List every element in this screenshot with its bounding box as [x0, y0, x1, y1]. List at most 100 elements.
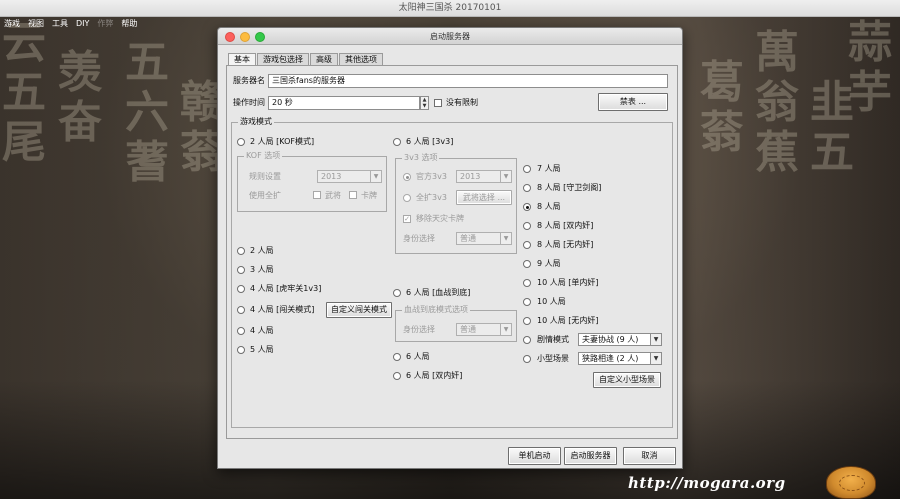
remove-card-checkbox: ✓	[403, 215, 411, 223]
official-3v3-value: 2013	[460, 172, 481, 181]
radio-10p-label: 10 人局	[537, 297, 566, 306]
op-time-input[interactable]: 20 秒	[268, 96, 420, 110]
scenario-select[interactable]: 夫妻协战 (9 人) ▼	[578, 333, 662, 346]
close-window-icon[interactable]	[225, 32, 235, 42]
start-server-dialog: 启动服务器 基本 游戏包选择 高级 其他选项 服务器名 三国杀fans的服务器 …	[217, 27, 683, 469]
radio-2p-kof[interactable]	[237, 138, 245, 146]
mooncake-logo	[826, 466, 876, 499]
radio-8p-jiange[interactable]	[523, 184, 531, 192]
tab-panel-basic: 服务器名 三国杀fans的服务器 操作时间 20 秒 ▲ ▼ 没有限制 禁表 ..…	[226, 65, 678, 439]
custom-chuangguan-button[interactable]: 自定义闯关模式	[326, 302, 392, 318]
radio-3p-label: 3 人局	[250, 265, 274, 274]
remove-card-label: 移除天灾卡牌	[416, 214, 464, 223]
game-mode-title: 游戏模式	[238, 117, 274, 127]
radio-6p-label: 6 人局	[406, 352, 430, 361]
radio-mini-scene[interactable]	[523, 355, 531, 363]
yiji-role-value: 普通	[460, 325, 476, 334]
kof-kapai-checkbox	[349, 191, 357, 199]
radio-2p-kof-label: 2 人局 [KOF模式]	[250, 137, 315, 146]
radio-10p-single-label: 10 人局 [单内奸]	[537, 278, 599, 287]
radio-8p-double-label: 8 人局 [双内奸]	[537, 221, 594, 230]
mini-scene-label: 小型场景	[537, 354, 569, 363]
radio-9p[interactable]	[523, 260, 531, 268]
kof-rule-value: 2013	[321, 172, 342, 181]
radio-6p-3v3[interactable]	[393, 138, 401, 146]
kof-options-group: KOF 选项	[237, 151, 387, 212]
yiji-role-select: 普通 ▼	[456, 323, 512, 336]
op-time-label: 操作时间	[233, 98, 265, 107]
role-select: 普通 ▼	[456, 232, 512, 245]
cancel-button[interactable]: 取消	[623, 447, 676, 465]
option-3v3-title: 3v3 选项	[402, 153, 440, 163]
radio-10p-none[interactable]	[523, 317, 531, 325]
yiji-options-title: 血战到底模式选项	[402, 305, 470, 315]
radio-9p-label: 9 人局	[537, 259, 561, 268]
ban-list-button[interactable]: 禁表 ...	[598, 93, 668, 111]
app-title: 太阳神三国杀 20170101	[0, 0, 900, 17]
minimize-window-icon[interactable]	[240, 32, 250, 42]
menu-tools[interactable]: 工具	[48, 17, 72, 31]
radio-5p[interactable]	[237, 346, 245, 354]
menu-cheat: 作弊	[97, 19, 114, 28]
chevron-down-icon: ▼	[500, 171, 511, 182]
chevron-down-icon: ▼	[650, 334, 661, 345]
radio-6p[interactable]	[393, 353, 401, 361]
menu-help[interactable]: 帮助	[117, 17, 141, 31]
radio-8p-none[interactable]	[523, 241, 531, 249]
radio-official-3v3	[403, 173, 411, 181]
op-time-stepper[interactable]: ▲ ▼	[420, 96, 429, 110]
dialog-titlebar: 启动服务器	[218, 28, 682, 45]
kof-rule-label: 规则设置	[249, 172, 281, 181]
radio-8p-double[interactable]	[523, 222, 531, 230]
menu-game[interactable]: 游戏	[0, 17, 24, 31]
bg-glyph-column: 五六蓍	[125, 37, 169, 188]
radio-10p-single[interactable]	[523, 279, 531, 287]
radio-3p[interactable]	[237, 266, 245, 274]
radio-6p-double[interactable]	[393, 372, 401, 380]
server-name-input[interactable]: 三国杀fans的服务器	[268, 74, 668, 88]
no-limit-checkbox[interactable]	[434, 99, 442, 107]
radio-2p[interactable]	[237, 247, 245, 255]
kof-rule-select: 2013 ▼	[317, 170, 382, 183]
zoom-window-icon[interactable]	[255, 32, 265, 42]
official-3v3-label: 官方3v3	[416, 172, 447, 181]
menu-diy[interactable]: DIY	[72, 17, 93, 31]
chevron-down-icon: ▼	[370, 171, 381, 182]
radio-4p-chuangguan-label: 4 人局 [闯关模式]	[250, 305, 315, 314]
role-select-label: 身份选择	[403, 234, 435, 243]
radio-10p-none-label: 10 人局 [无内奸]	[537, 316, 599, 325]
role-select-value: 普通	[460, 234, 476, 243]
kof-wujiang-label: 武将	[325, 191, 341, 200]
radio-6p-yiji-label: 6 人局 [血战到底]	[406, 288, 471, 297]
mini-scene-value: 狭路相逢 (2 人)	[582, 354, 639, 363]
radio-10p[interactable]	[523, 298, 531, 306]
scenario-label: 剧情模式	[537, 335, 569, 344]
custom-mini-scene-button[interactable]: 自定义小型场景	[593, 372, 661, 388]
radio-4p[interactable]	[237, 327, 245, 335]
radio-4p-hulao[interactable]	[237, 285, 245, 293]
radio-5p-label: 5 人局	[250, 345, 274, 354]
radio-4p-hulao-label: 4 人局 [虎牢关1v3]	[250, 284, 322, 293]
radio-2p-label: 2 人局	[250, 246, 274, 255]
official-3v3-select: 2013 ▼	[456, 170, 512, 183]
radio-8p-none-label: 8 人局 [无内奸]	[537, 240, 594, 249]
menu-view[interactable]: 视图	[24, 17, 48, 31]
server-name-label: 服务器名	[233, 76, 265, 85]
standalone-start-button[interactable]: 单机启动	[508, 447, 561, 465]
radio-8p-label: 8 人局	[537, 202, 561, 211]
radio-4p-chuangguan[interactable]	[237, 306, 245, 314]
dialog-title: 启动服务器	[430, 32, 470, 41]
radio-7p-label: 7 人局	[537, 164, 561, 173]
radio-7p[interactable]	[523, 165, 531, 173]
kof-kapai-label: 卡牌	[361, 191, 377, 200]
radio-8p[interactable]	[523, 203, 531, 211]
mini-scene-select[interactable]: 狭路相逢 (2 人) ▼	[578, 352, 662, 365]
radio-6p-yiji[interactable]	[393, 289, 401, 297]
radio-6p-double-label: 6 人局 [双内奸]	[406, 371, 463, 380]
start-server-button[interactable]: 启动服务器	[564, 447, 617, 465]
general-select-button: 武将选择 ...	[456, 190, 512, 205]
radio-6p-3v3-label: 6 人局 [3v3]	[406, 137, 454, 146]
radio-4p-label: 4 人局	[250, 326, 274, 335]
radio-scenario[interactable]	[523, 336, 531, 344]
yiji-role-label: 身份选择	[403, 325, 435, 334]
